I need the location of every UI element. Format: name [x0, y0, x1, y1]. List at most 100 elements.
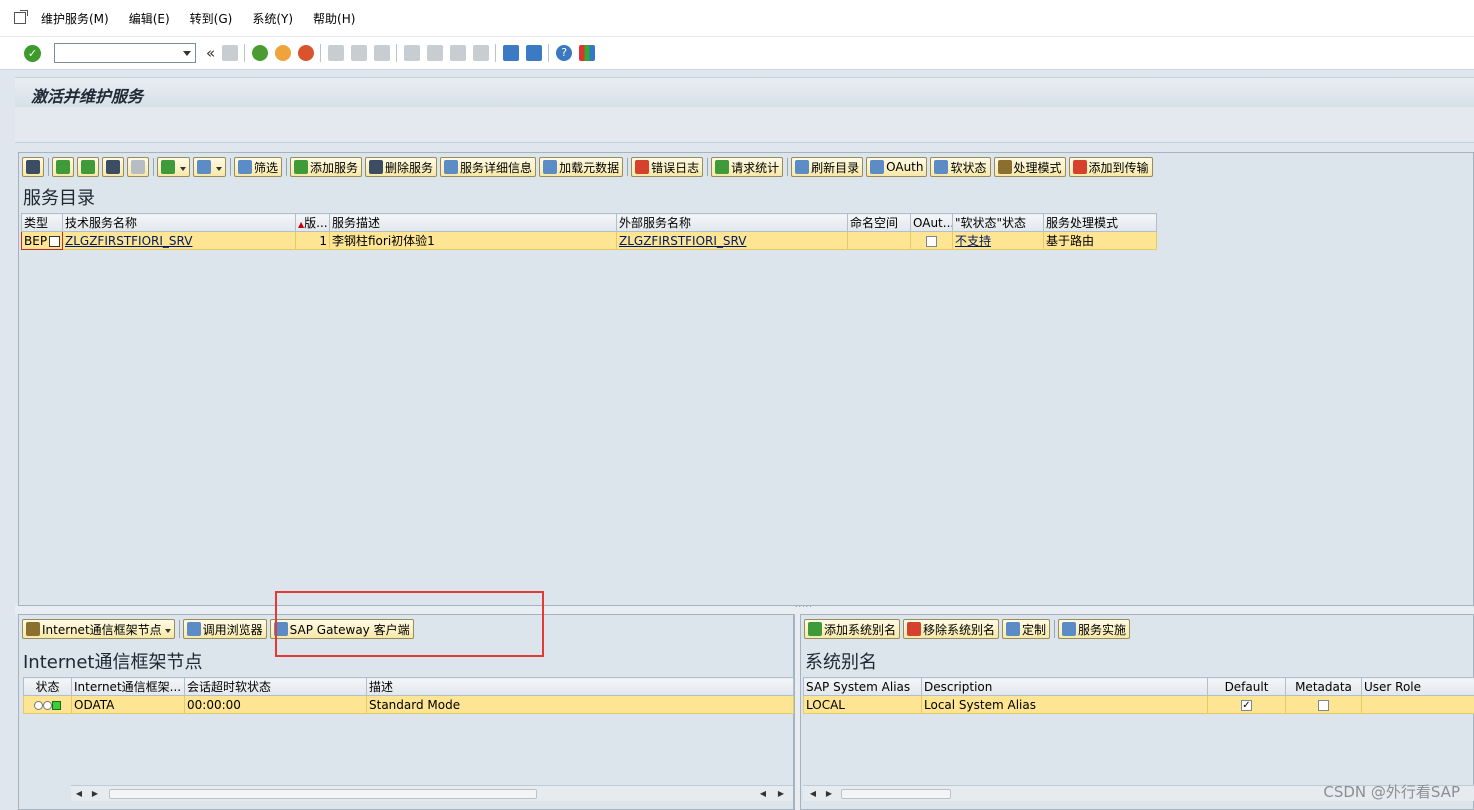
toolbar-separator [320, 44, 322, 62]
menu-system[interactable]: 系统(Y) [252, 10, 293, 27]
column-header-version[interactable]: ▲版... [295, 213, 330, 232]
oauth-label: OAuth [886, 160, 924, 174]
column-header-timeout[interactable]: 会话超时软状态 [184, 677, 367, 696]
customize-layout-icon[interactable] [579, 45, 596, 61]
column-header-soft-state[interactable]: "软状态"状态 [952, 213, 1044, 232]
status-cell [23, 695, 72, 714]
object-detail-icon[interactable] [49, 235, 61, 247]
column-header-oauth[interactable]: OAut... [910, 213, 953, 232]
request-stats-label: 请求统计 [731, 160, 780, 175]
shortcut-icon[interactable] [526, 45, 543, 61]
sort-asc-button[interactable] [52, 157, 74, 177]
processing-mode-button[interactable]: 处理模式 [993, 157, 1066, 177]
column-header-metadata[interactable]: Metadata [1285, 677, 1362, 696]
details-button[interactable] [22, 157, 44, 177]
table-row[interactable]: ODATA 00:00:00 Standard Mode [23, 695, 794, 714]
table-row[interactable]: BEP ZLGZFIRSTFIORI_SRV 1 李钢柱fiori初体验1 ZL… [21, 231, 1157, 250]
help-icon[interactable]: ? [556, 45, 573, 61]
scrollbar-thumb[interactable] [841, 789, 951, 799]
print-icon[interactable] [328, 45, 345, 61]
toolbar-separator [627, 158, 629, 176]
menu-maintain-service[interactable]: 维护服务(M) [41, 10, 109, 27]
column-header-status[interactable]: 状态 [23, 677, 72, 696]
export-button[interactable] [157, 157, 190, 177]
add-alias-button[interactable]: 添加系统别名 [804, 619, 901, 639]
column-header-user-role[interactable]: User Role [1361, 677, 1474, 696]
column-header-description[interactable]: 服务描述 [329, 213, 617, 232]
column-header-processing-mode[interactable]: 服务处理模式 [1043, 213, 1157, 232]
add-to-transport-button[interactable]: 添加到传输 [1068, 157, 1153, 177]
column-header-external-name[interactable]: 外部服务名称 [616, 213, 848, 232]
command-field[interactable] [54, 43, 196, 63]
collapse-command-icon[interactable]: « [206, 44, 215, 62]
default-checkbox[interactable]: ✓ [1241, 699, 1252, 711]
menu-options-icon[interactable] [13, 10, 29, 26]
exit-icon[interactable] [275, 45, 292, 61]
delete-service-button[interactable]: 删除服务 [365, 157, 438, 177]
scroll-right-icon[interactable]: ▶ [775, 788, 787, 800]
filter-button[interactable]: 筛选 [234, 157, 283, 177]
horizontal-scrollbar[interactable]: ◀ ▶ ◀ ▶ [71, 785, 793, 801]
customize-button[interactable]: 定制 [1002, 619, 1051, 639]
service-impl-button[interactable]: 服务实施 [1058, 619, 1131, 639]
remove-alias-button[interactable]: 移除系统别名 [903, 619, 1000, 639]
first-page-icon[interactable] [404, 45, 421, 61]
menu-help[interactable]: 帮助(H) [313, 10, 355, 27]
scroll-left-icon[interactable]: ◀ [807, 788, 819, 800]
ok-icon[interactable]: ✓ [24, 44, 41, 62]
last-page-icon[interactable] [473, 45, 490, 61]
pencil-icon [997, 160, 1012, 174]
oauth-button[interactable]: OAuth [866, 157, 928, 177]
column-header-icf-description[interactable]: 描述 [366, 677, 794, 696]
refresh-catalog-button[interactable]: 刷新目录 [791, 157, 864, 177]
external-name-cell[interactable]: ZLGZFIRSTFIORI_SRV [616, 231, 848, 250]
user-role-cell[interactable] [1361, 695, 1474, 714]
column-header-alias-description[interactable]: Description [921, 677, 1208, 696]
save-icon[interactable] [222, 45, 239, 61]
load-metadata-button[interactable]: 加载元数据 [539, 157, 624, 177]
oauth-checkbox[interactable] [926, 235, 937, 247]
soft-state-button[interactable]: 软状态 [930, 157, 991, 177]
error-log-button[interactable]: 错误日志 [631, 157, 704, 177]
filter-icon-button[interactable] [77, 157, 99, 177]
layout-button[interactable] [193, 157, 226, 177]
icf-node-button[interactable]: Internet通信框架节点 [22, 619, 175, 639]
horizontal-splitter[interactable] [15, 600, 1474, 614]
column-header-technical-name[interactable]: 技术服务名称 [62, 213, 296, 232]
add-service-button[interactable]: 添加服务 [290, 157, 363, 177]
scroll-left-icon[interactable]: ◀ [73, 788, 85, 800]
find-next-button[interactable] [127, 157, 149, 177]
soft-state-cell[interactable]: 不支持 [952, 231, 1044, 250]
alias-cell[interactable]: LOCAL [803, 695, 922, 714]
column-header-icf-node[interactable]: Internet通信框架... [71, 677, 185, 696]
menu-edit[interactable]: 编辑(E) [129, 10, 170, 27]
next-page-icon[interactable] [450, 45, 467, 61]
metadata-checkbox[interactable] [1318, 699, 1329, 711]
find-icon[interactable] [351, 45, 368, 61]
menu-goto[interactable]: 转到(G) [190, 10, 233, 27]
scroll-left-icon[interactable]: ◀ [757, 788, 769, 800]
back-icon[interactable] [252, 45, 269, 61]
chevron-down-icon[interactable] [183, 51, 191, 56]
toolbar-separator [48, 158, 49, 176]
toolbar-separator [396, 44, 398, 62]
service-details-button[interactable]: 服务详细信息 [440, 157, 537, 177]
scrollbar-thumb[interactable] [109, 789, 537, 799]
scroll-right-icon[interactable]: ▶ [89, 788, 101, 800]
prev-page-icon[interactable] [427, 45, 444, 61]
scroll-right-icon[interactable]: ▶ [823, 788, 835, 800]
sort-asc-icon [56, 160, 70, 174]
cancel-icon[interactable] [298, 45, 315, 61]
request-stats-button[interactable]: 请求统计 [711, 157, 784, 177]
table-row[interactable]: LOCAL Local System Alias ✓ [803, 695, 1474, 714]
type-cell[interactable]: BEP [21, 231, 63, 250]
find-button[interactable] [102, 157, 124, 177]
new-session-icon[interactable] [503, 45, 520, 61]
technical-name-cell[interactable]: ZLGZFIRSTFIORI_SRV [62, 231, 296, 250]
find-next-icon[interactable] [374, 45, 391, 61]
column-header-type[interactable]: 类型 [21, 213, 63, 232]
column-header-namespace[interactable]: 命名空间 [847, 213, 911, 232]
column-header-default[interactable]: Default [1207, 677, 1286, 696]
call-browser-button[interactable]: 调用浏览器 [182, 619, 267, 639]
column-header-alias[interactable]: SAP System Alias [803, 677, 922, 696]
